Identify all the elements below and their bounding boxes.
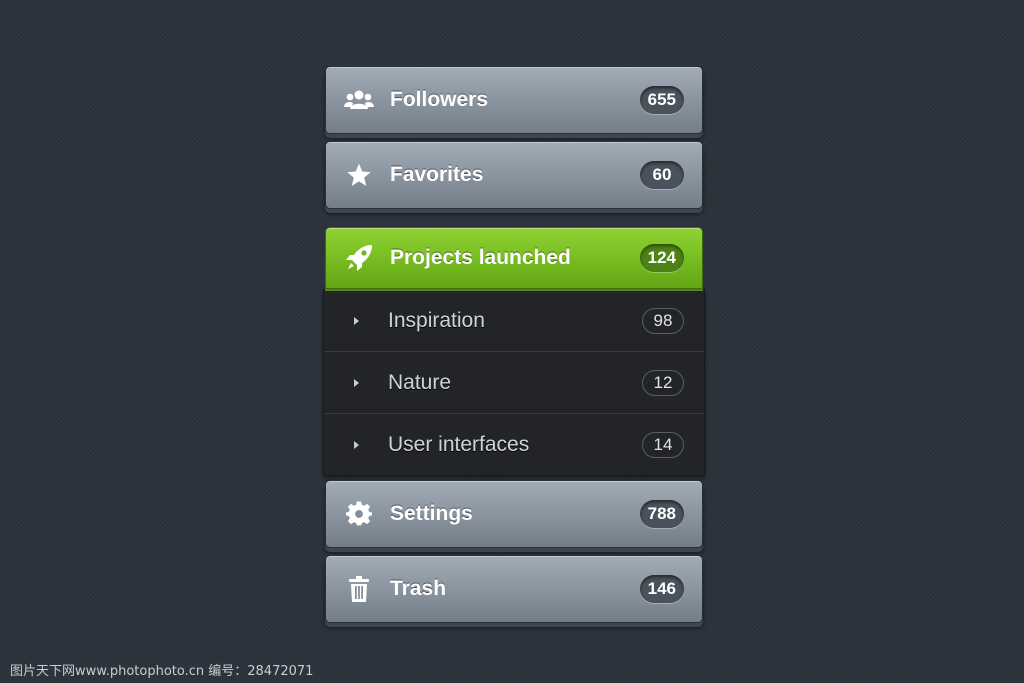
- submenu-item-label: Nature: [388, 370, 452, 394]
- submenu-item-nature[interactable]: Nature 12: [324, 352, 704, 414]
- menu-item-followers[interactable]: Followers 655: [325, 66, 703, 134]
- trash-icon: [344, 576, 374, 602]
- count-badge: 98: [642, 307, 684, 334]
- menu-item-label: Settings: [390, 502, 473, 525]
- submenu-item-inspiration[interactable]: Inspiration 98: [324, 290, 704, 352]
- gear-icon: [344, 501, 374, 527]
- menu-item-label: Followers: [390, 88, 489, 111]
- count-badge: 12: [642, 369, 684, 396]
- star-icon: [344, 162, 374, 188]
- menu-item-label: Favorites: [390, 163, 484, 186]
- menu-item-trash[interactable]: Trash 146: [325, 555, 703, 623]
- followers-icon: [344, 87, 374, 113]
- count-badge: 14: [642, 431, 684, 458]
- menu-item-projects-launched[interactable]: Projects launched 124: [325, 227, 703, 289]
- sidebar-menu: Followers 655 Favorites 60 Projects laun…: [323, 66, 705, 630]
- submenu-item-label: User interfaces: [388, 432, 530, 456]
- menu-item-label: Projects launched: [390, 246, 571, 269]
- submenu-item-label: Inspiration: [388, 308, 485, 332]
- watermark: 图片天下网www.photophoto.cn 编号：28472071: [10, 664, 314, 679]
- count-badge: 788: [639, 500, 684, 528]
- count-badge: 124: [639, 244, 684, 272]
- count-badge: 146: [639, 575, 684, 603]
- rocket-icon: [344, 245, 374, 271]
- count-badge: 655: [639, 86, 684, 114]
- triangle-right-icon: [354, 378, 359, 387]
- menu-item-settings[interactable]: Settings 788: [325, 480, 703, 548]
- menu-item-favorites[interactable]: Favorites 60: [325, 141, 703, 209]
- menu-item-label: Trash: [390, 577, 447, 600]
- triangle-right-icon: [354, 316, 359, 325]
- submenu-item-user-interfaces[interactable]: User interfaces 14: [324, 414, 704, 475]
- submenu: Inspiration 98 Nature 12 User interfaces…: [323, 289, 705, 476]
- count-badge: 60: [640, 161, 684, 189]
- triangle-right-icon: [354, 440, 359, 449]
